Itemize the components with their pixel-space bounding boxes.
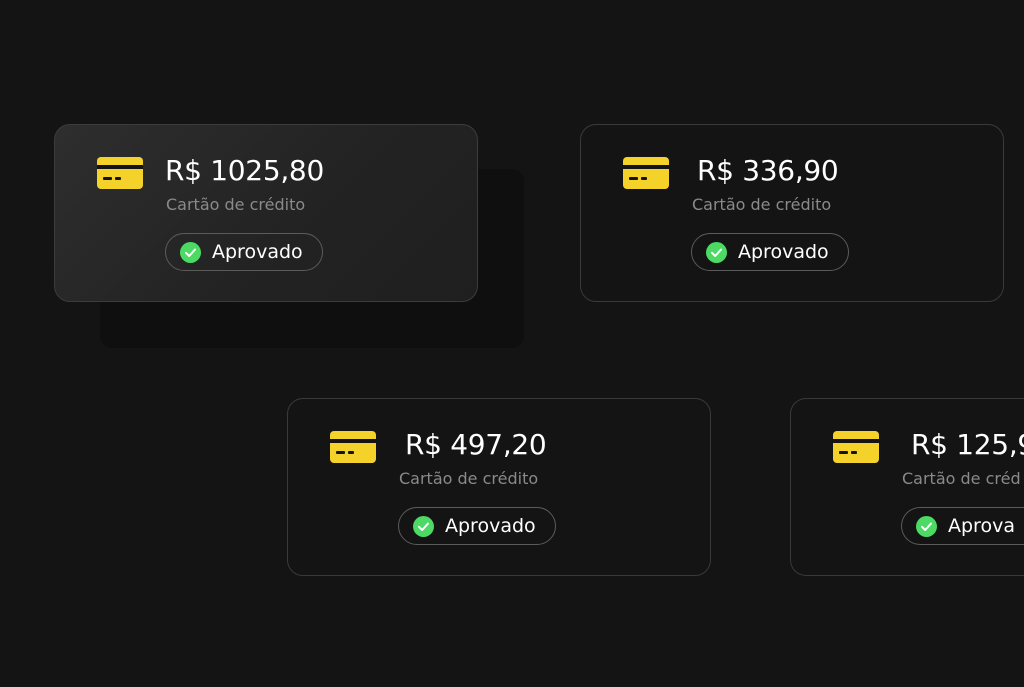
check-circle-icon (180, 241, 201, 263)
status-badge: Aprovado (165, 233, 323, 271)
credit-card-icon (623, 157, 669, 189)
status-badge: Aprova (901, 507, 1024, 545)
transaction-amount: R$ 497,20 (405, 428, 547, 461)
check-circle-icon (706, 241, 727, 263)
check-circle-icon (413, 515, 434, 537)
transaction-card[interactable]: R$ 125,9 Cartão de créd Aprova (790, 398, 1024, 576)
payment-method-label: Cartão de créd (902, 469, 1021, 488)
payment-method-label: Cartão de crédito (399, 469, 539, 488)
transaction-amount: R$ 125,9 (911, 428, 1024, 461)
check-circle-icon (916, 515, 937, 537)
transaction-card[interactable]: R$ 336,90 Cartão de crédito Aprovado (580, 124, 1004, 302)
transaction-amount: R$ 336,90 (697, 154, 839, 187)
credit-card-icon (97, 157, 143, 189)
transaction-amount: R$ 1025,80 (165, 154, 324, 187)
credit-card-icon (330, 431, 376, 463)
status-badge: Aprovado (398, 507, 556, 545)
status-label: Aprova (948, 515, 1015, 537)
transaction-card[interactable]: R$ 497,20 Cartão de crédito Aprovado (287, 398, 711, 576)
credit-card-icon (833, 431, 879, 463)
payment-method-label: Cartão de crédito (166, 195, 306, 214)
status-label: Aprovado (738, 241, 829, 263)
status-label: Aprovado (212, 241, 303, 263)
transaction-card[interactable]: R$ 1025,80 Cartão de crédito Aprovado (54, 124, 478, 302)
status-badge: Aprovado (691, 233, 849, 271)
status-label: Aprovado (445, 515, 536, 537)
payment-method-label: Cartão de crédito (692, 195, 832, 214)
